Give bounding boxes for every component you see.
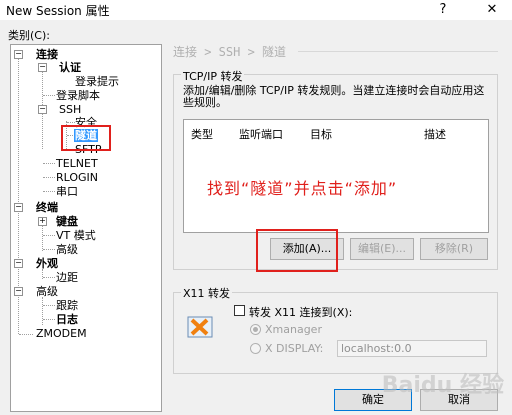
instruction-annotation: 找到“隧道”并点击“添加” <box>207 179 398 198</box>
edit-button[interactable]: 编辑(E)... <box>350 238 414 260</box>
remove-button[interactable]: 移除(R) <box>420 238 488 260</box>
expand-auth-icon[interactable]: − <box>38 63 47 72</box>
x-display-radio[interactable] <box>250 343 261 354</box>
column-listen-port[interactable]: 监听端口 <box>239 126 283 142</box>
tree-item-login-script[interactable]: 登录脚本 <box>56 89 100 102</box>
column-target[interactable]: 目标 <box>310 126 332 142</box>
breadcrumb-divider <box>298 51 498 52</box>
expand-terminal-icon[interactable]: − <box>14 203 23 212</box>
watermark: Baidu 经验 <box>381 373 504 398</box>
column-type[interactable]: 类型 <box>191 126 213 142</box>
tree-item-advanced[interactable]: 高级 <box>36 285 58 298</box>
x-display-input[interactable]: localhost:0.0 <box>337 340 487 357</box>
close-button[interactable]: ✕ <box>477 0 507 20</box>
column-description[interactable]: 描述 <box>424 126 446 142</box>
tree-item-keyboard[interactable]: 键盘 <box>56 215 78 228</box>
xmanager-label: Xmanager <box>265 323 322 336</box>
x11-forward-checkbox[interactable] <box>234 305 245 316</box>
expand-advanced-icon[interactable]: − <box>14 287 23 296</box>
expand-ssh-icon[interactable]: − <box>38 105 47 114</box>
help-button[interactable]: ? <box>428 0 458 20</box>
tcpip-group-title: TCP/IP 转发 <box>181 68 245 84</box>
tree-item-telnet[interactable]: TELNET <box>56 157 98 170</box>
expand-connection-icon[interactable]: − <box>14 50 23 59</box>
tree-item-login-prompt[interactable]: 登录提示 <box>75 75 119 88</box>
xmanager-icon <box>187 316 213 338</box>
tree-item-advanced-terminal[interactable]: 高级 <box>56 243 78 256</box>
expand-keyboard-icon[interactable]: + <box>38 217 47 226</box>
tree-item-margin[interactable]: 边距 <box>56 271 78 284</box>
tree-item-appearance[interactable]: 外观 <box>36 257 58 270</box>
category-tree[interactable]: − 连接 − 认证 登录提示 登录脚本 − SSH 安全 隧道 SFTP TEL… <box>10 44 162 412</box>
tree-item-serial[interactable]: 串口 <box>56 185 78 198</box>
expand-appearance-icon[interactable]: − <box>14 259 23 268</box>
tree-item-zmodem[interactable]: ZMODEM <box>36 327 87 340</box>
x-display-label: X DISPLAY: <box>265 342 324 355</box>
tree-item-vt-mode[interactable]: VT 模式 <box>56 229 96 242</box>
breadcrumb: 连接 > SSH > 隧道 <box>173 45 287 59</box>
tree-item-terminal[interactable]: 终端 <box>36 201 58 214</box>
add-button-highlight <box>256 229 338 272</box>
x11-forward-label: 转发 X11 连接到(X): <box>249 306 353 319</box>
tree-item-connection[interactable]: 连接 <box>36 48 58 61</box>
tree-item-rlogin[interactable]: RLOGIN <box>56 171 98 184</box>
xmanager-radio[interactable] <box>250 324 261 335</box>
highlight-box <box>61 125 111 151</box>
tree-item-auth[interactable]: 认证 <box>59 61 81 74</box>
category-label: 类别(C): <box>8 29 50 42</box>
x11-group-title: X11 转发 <box>181 285 233 301</box>
tree-item-trace[interactable]: 跟踪 <box>56 299 78 312</box>
tcpip-description: 添加/编辑/删除 TCP/IP 转发规则。当建立连接时会自动应用这些规则。 <box>183 84 485 109</box>
window-title: New Session 属性 <box>6 4 110 18</box>
tree-item-ssh[interactable]: SSH <box>59 103 81 116</box>
tree-item-log[interactable]: 日志 <box>56 313 78 326</box>
